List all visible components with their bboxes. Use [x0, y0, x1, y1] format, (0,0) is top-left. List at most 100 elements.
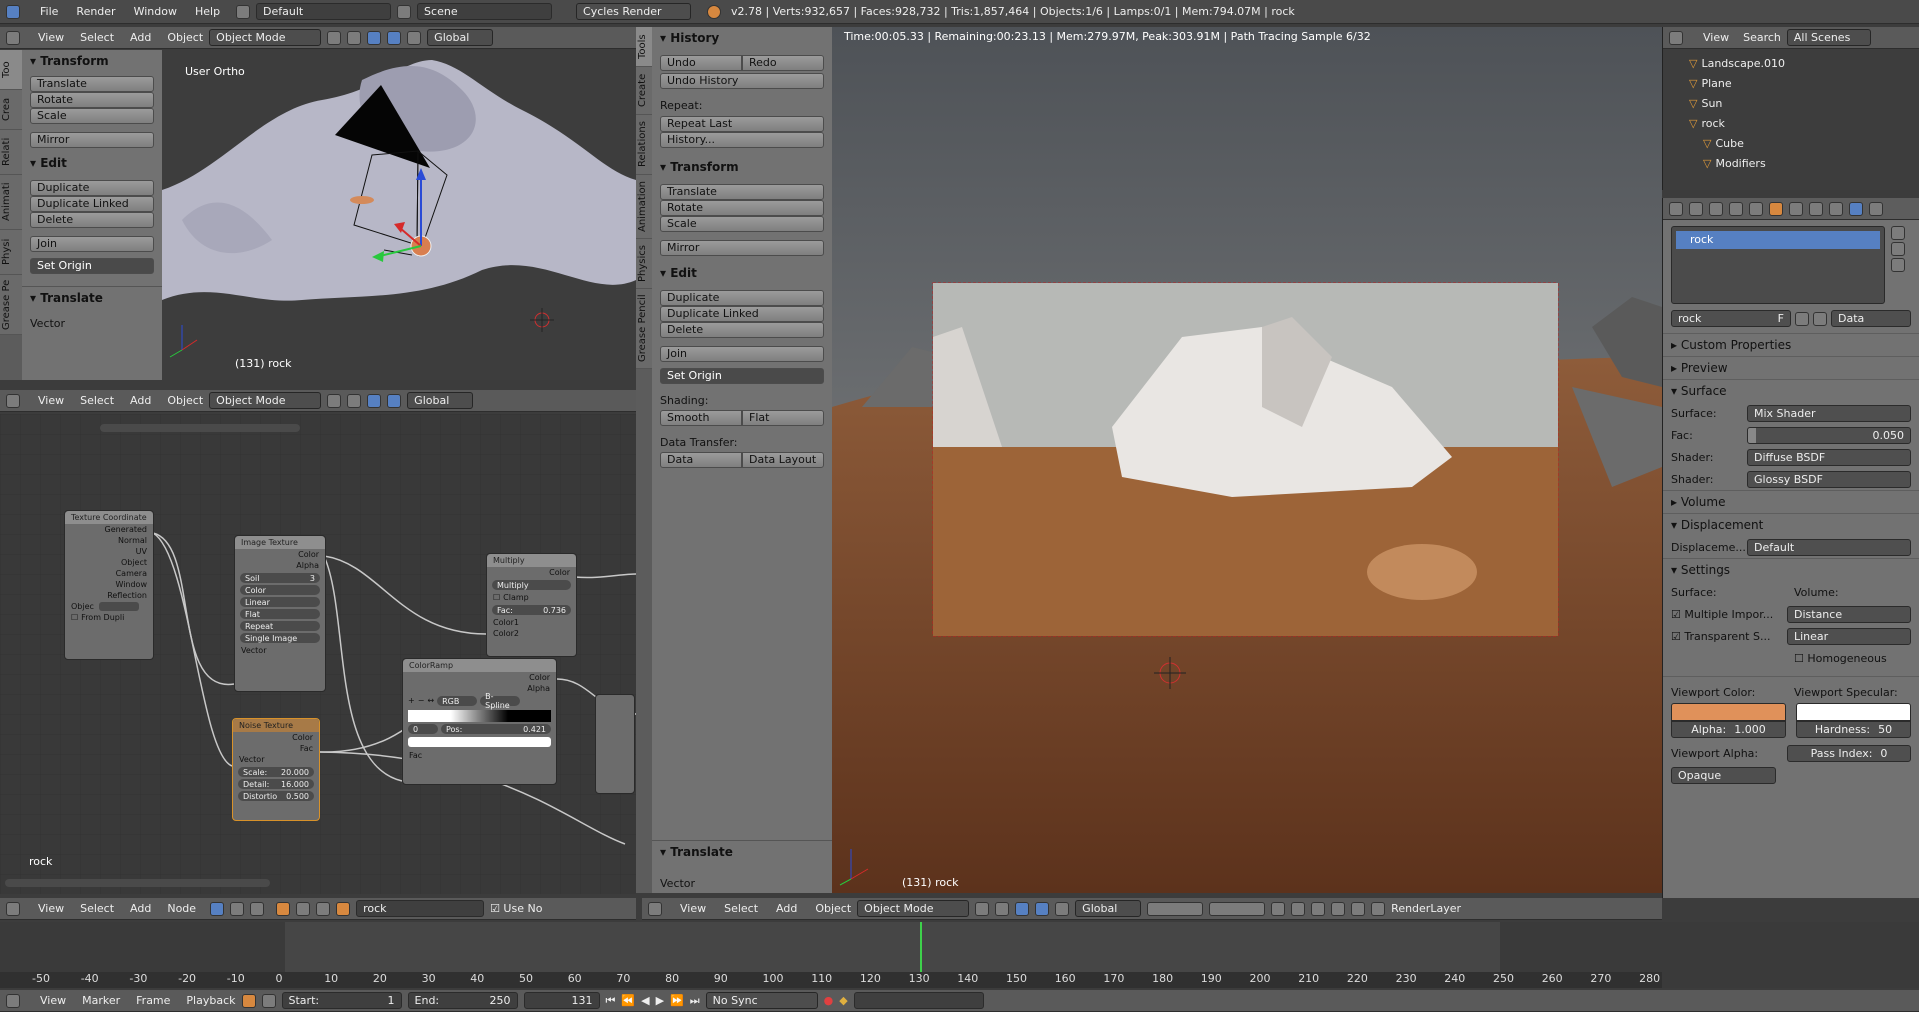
tab2-physics[interactable]: Physics — [636, 239, 652, 289]
multiple-importance-checkbox[interactable]: ☑ Multiple Impor... — [1671, 608, 1781, 621]
menu-file[interactable]: File — [40, 5, 58, 18]
rv-translate-icon[interactable] — [1035, 901, 1050, 916]
viewport-color-swatch[interactable] — [1671, 703, 1786, 721]
smooth-button[interactable]: Smooth — [660, 410, 742, 426]
rv-shading-icon[interactable] — [975, 901, 990, 916]
pivot-icon[interactable] — [347, 30, 362, 45]
timeline[interactable]: -50 -40 -30 -20 -10 0 10 20 30 40 50 60 70 80 90 100 110… — [0, 922, 1919, 988]
node-texture-coordinate[interactable]: Texture Coordinate Generated Normal UV O… — [64, 510, 154, 660]
outliner-menu-search[interactable]: Search — [1743, 31, 1781, 44]
homogeneous-checkbox[interactable]: ☐ Homogeneous — [1794, 652, 1911, 665]
outliner-menu-view[interactable]: View — [1703, 31, 1729, 44]
tab-physics[interactable]: Physi — [0, 230, 22, 275]
node-colorramp[interactable]: ColorRamp Color Alpha + − ↔ RGB B-Spline… — [402, 658, 557, 785]
transform2-panel-title[interactable]: ▾ Transform — [652, 156, 832, 178]
play-reverse-icon[interactable]: ◀ — [641, 994, 649, 1007]
section-volume[interactable]: ▸ Volume — [1663, 490, 1919, 513]
volume-sampling-select[interactable]: Distance — [1787, 605, 1911, 623]
use-nodes-checkbox[interactable]: ☑ Use No — [490, 902, 542, 915]
ne-menu-view[interactable]: View — [38, 902, 64, 915]
lock-icon[interactable] — [1271, 901, 1286, 916]
object-tab-icon[interactable] — [1769, 201, 1783, 216]
image-selector[interactable]: Soil 3 — [240, 573, 320, 583]
node-material-field[interactable]: rock — [356, 900, 485, 917]
vp-menu-add[interactable]: Add — [130, 31, 151, 44]
rv-menu-select[interactable]: Select — [724, 902, 758, 915]
node-noise-texture[interactable]: Noise Texture Color Fac Vector Scale: 20.… — [232, 718, 320, 821]
source-select[interactable]: Single Image — [240, 633, 320, 643]
shader1-select[interactable]: Diffuse BSDF — [1747, 448, 1911, 466]
pivot-icon-2[interactable] — [347, 393, 362, 408]
ramp-remove-icon[interactable]: − — [418, 696, 425, 706]
properties-type-icon[interactable] — [1669, 201, 1683, 216]
redo-button[interactable]: Redo — [742, 55, 824, 71]
jump-end-icon[interactable]: ⏭ — [690, 994, 700, 1008]
tab2-relations[interactable]: Relations — [636, 115, 652, 175]
node-image-texture[interactable]: Image Texture Color Alpha Soil 3 Color Li… — [234, 535, 326, 692]
manipulator-icon[interactable] — [367, 30, 382, 45]
translate-manip-icon-2[interactable] — [387, 393, 402, 408]
section-preview[interactable]: ▸ Preview — [1663, 356, 1919, 379]
tl-menu-playback[interactable]: Playback — [186, 994, 235, 1007]
ramp-gradient[interactable] — [408, 710, 551, 722]
tab2-tools[interactable]: Tools — [636, 27, 652, 67]
translate2-button[interactable]: Translate — [660, 184, 824, 200]
vp-menu-object[interactable]: Object — [167, 31, 203, 44]
section-surface[interactable]: ▾ Surface — [1663, 379, 1919, 402]
node-multiply[interactable]: Multiply Color Multiply ☐ Clamp Fac: 0.73… — [486, 553, 577, 657]
outliner-row[interactable]: ▽ Sun — [1663, 93, 1919, 113]
world-icon[interactable] — [296, 901, 311, 916]
rv-orientation-select[interactable]: Global — [1075, 900, 1142, 917]
tab-animation[interactable]: Animati — [0, 175, 22, 230]
slot-menu-icon[interactable] — [1891, 258, 1905, 272]
layers-tab-icon[interactable] — [1709, 201, 1723, 216]
render-tab-icon[interactable] — [1689, 201, 1703, 216]
timeline-ruler[interactable]: -50 -40 -30 -20 -10 0 10 20 30 40 50 60 70 80 90 100 110… — [0, 972, 1662, 988]
tab2-animation[interactable]: Animation — [636, 175, 652, 239]
material-slot-rock[interactable]: rock — [1676, 231, 1880, 249]
snap-icon[interactable] — [1291, 901, 1306, 916]
new-material-icon[interactable] — [1795, 311, 1809, 326]
join2-button[interactable]: Join — [660, 346, 824, 362]
tab-grease[interactable]: Grease Pe — [0, 275, 22, 335]
next-key-icon[interactable]: ⏩ — [670, 994, 684, 1007]
editor-type-icon-2[interactable] — [6, 393, 20, 408]
duplicate-linked-button[interactable]: Duplicate Linked — [30, 196, 154, 212]
alpha-field[interactable]: Alpha: 1.000 — [1671, 721, 1786, 738]
noise-detail[interactable]: Detail: 16.000 — [238, 779, 314, 789]
linestyle-icon[interactable] — [316, 901, 331, 916]
pass-index-field[interactable]: Pass Index: 0 — [1787, 744, 1911, 762]
material-tab-icon[interactable] — [1849, 201, 1863, 216]
tl-menu-marker[interactable]: Marker — [82, 994, 120, 1007]
ramp-color-mode[interactable]: RGB — [437, 696, 478, 706]
rv-menu-object[interactable]: Object — [815, 902, 851, 915]
outliner-row[interactable]: ▽ Cube — [1663, 133, 1919, 153]
tl-menu-frame[interactable]: Frame — [136, 994, 170, 1007]
tab-relations[interactable]: Relati — [0, 130, 22, 175]
scale2-button[interactable]: Scale — [660, 216, 824, 232]
constraints-tab-icon[interactable] — [1789, 201, 1803, 216]
fac-slider[interactable]: 0.050 — [1747, 426, 1911, 444]
menu-window[interactable]: Window — [134, 5, 177, 18]
transform-panel-title[interactable]: ▾ Transform — [22, 50, 162, 72]
edit-panel-title[interactable]: ▾ Edit — [22, 152, 162, 174]
translate-manip-icon[interactable] — [387, 30, 402, 45]
ne-menu-select[interactable]: Select — [80, 902, 114, 915]
layout-selector[interactable]: Default — [256, 3, 392, 20]
blend-type-select[interactable]: Multiply — [492, 580, 571, 590]
lock-range-icon[interactable] — [261, 993, 276, 1008]
ramp-add-icon[interactable]: + — [408, 696, 415, 706]
rotate-button[interactable]: Rotate — [30, 92, 154, 108]
render-icon[interactable] — [1331, 901, 1346, 916]
data-button[interactable]: Data — [660, 452, 742, 468]
translate2-panel-title[interactable]: ▾ Translate — [652, 840, 832, 863]
outliner-type-icon[interactable] — [1669, 30, 1683, 45]
duplicate-linked2-button[interactable]: Duplicate Linked — [660, 306, 824, 322]
rv-menu-add[interactable]: Add — [776, 902, 797, 915]
shading-icon[interactable] — [327, 30, 342, 45]
ne-menu-add[interactable]: Add — [130, 902, 151, 915]
translate-panel-title[interactable]: ▾ Translate — [22, 286, 162, 309]
history-button[interactable]: History... — [660, 132, 824, 148]
node-editor-type-icon[interactable] — [6, 901, 20, 916]
ramp-interp[interactable]: B-Spline — [480, 692, 521, 710]
